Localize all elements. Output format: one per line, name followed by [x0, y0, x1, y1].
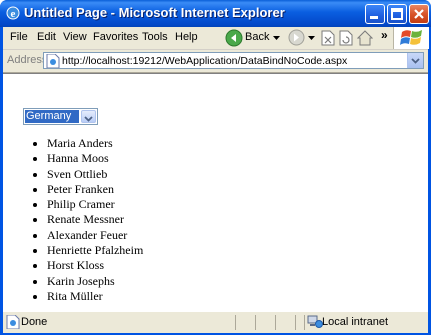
refresh-icon[interactable] — [339, 30, 353, 46]
address-bar: Address http://localhost:19212/WebApplic… — [3, 50, 428, 73]
address-dropdown-button[interactable] — [407, 53, 423, 68]
menu-bar: File Edit View Favorites Tools Help Back — [3, 27, 429, 50]
list-item: Karin Josephs — [47, 274, 143, 289]
back-dropdown-icon[interactable] — [273, 36, 280, 41]
forward-dropdown-icon — [308, 36, 315, 40]
status-cell — [235, 315, 254, 330]
page-done-icon — [6, 315, 20, 329]
security-zone-label: Local intranet — [322, 316, 389, 328]
address-input[interactable]: http://localhost:19212/WebApplication/Da… — [43, 52, 424, 69]
country-dropdown-button[interactable] — [81, 110, 96, 123]
ie-window: e Untitled Page - Microsoft Internet Exp… — [0, 0, 431, 335]
list-item: Philip Cramer — [47, 197, 143, 212]
close-button[interactable] — [409, 4, 429, 24]
page-icon — [46, 54, 60, 68]
close-icon — [414, 9, 424, 19]
menu-view[interactable]: View — [63, 31, 87, 43]
intranet-icon — [307, 315, 323, 328]
list-item: Maria Anders — [47, 136, 143, 151]
back-button[interactable]: Back — [225, 28, 287, 48]
menu-favorites[interactable]: Favorites — [93, 31, 138, 43]
address-url: http://localhost:19212/WebApplication/Da… — [62, 55, 348, 67]
status-cell — [255, 315, 274, 330]
list-item: Horst Kloss — [47, 258, 143, 273]
country-selected-value: Germany — [25, 110, 79, 123]
stop-icon[interactable] — [321, 30, 335, 46]
address-label: Address — [7, 54, 48, 66]
forward-button[interactable] — [288, 29, 316, 47]
menu-tools[interactable]: Tools — [142, 31, 168, 43]
forward-icon — [288, 29, 305, 46]
brand-box — [393, 27, 429, 49]
status-cell — [295, 315, 304, 330]
window-title: Untitled Page - Microsoft Internet Explo… — [24, 5, 285, 20]
back-icon — [225, 29, 243, 47]
list-item: Sven Ottlieb — [47, 167, 143, 182]
status-cell — [275, 315, 294, 330]
windows-logo-icon — [400, 30, 422, 45]
maximize-button[interactable] — [387, 4, 407, 24]
list-item: Hanna Moos — [47, 151, 143, 166]
minimize-icon — [370, 16, 378, 19]
menu-edit[interactable]: Edit — [37, 31, 56, 43]
contact-names-list: Maria Anders Hanna Moos Sven Ottlieb Pet… — [25, 136, 143, 304]
title-bar[interactable]: e Untitled Page - Microsoft Internet Exp… — [0, 0, 431, 27]
country-dropdown[interactable]: Germany — [23, 108, 98, 125]
toolbar-chevron-icon[interactable]: » — [381, 28, 388, 42]
list-item: Alexander Feuer — [47, 228, 143, 243]
minimize-button[interactable] — [365, 4, 385, 24]
vertical-scrollbar[interactable] — [412, 74, 428, 311]
list-item: Henriette Pfalzheim — [47, 243, 143, 258]
back-label: Back — [245, 31, 270, 43]
svg-text:e: e — [11, 8, 16, 20]
home-icon[interactable] — [357, 30, 373, 46]
menu-file[interactable]: File — [10, 31, 28, 43]
chevron-down-icon — [84, 116, 93, 122]
status-text: Done — [21, 316, 48, 328]
status-bar: Done Local intranet — [3, 311, 428, 333]
menu-help[interactable]: Help — [175, 31, 198, 43]
chevron-down-icon — [411, 58, 420, 64]
ie-logo-icon: e — [6, 6, 20, 20]
maximize-icon — [391, 8, 403, 20]
browser-frame: File Edit View Favorites Tools Help Back — [3, 27, 429, 333]
list-item: Rita Müller — [47, 289, 143, 304]
list-item: Renate Messner — [47, 212, 143, 227]
page-content: Germany Maria Anders Hanna Moos Sven Ott… — [3, 73, 428, 311]
list-item: Peter Franken — [47, 182, 143, 197]
